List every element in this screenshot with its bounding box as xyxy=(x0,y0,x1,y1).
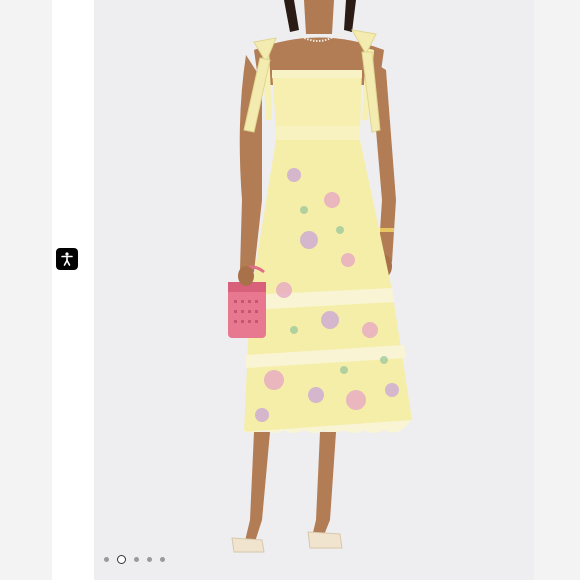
accessibility-icon xyxy=(61,252,73,266)
product-photo[interactable] xyxy=(94,0,534,580)
product-photo-drawing xyxy=(94,0,534,580)
carousel-dot-4[interactable] xyxy=(147,557,152,562)
carousel-dot-1[interactable] xyxy=(104,557,109,562)
accessibility-button[interactable] xyxy=(56,248,78,270)
carousel-dot-5[interactable] xyxy=(160,557,165,562)
listing-image-viewer xyxy=(0,0,580,580)
carousel-dot-3[interactable] xyxy=(134,557,139,562)
carousel-dot-2-active[interactable] xyxy=(117,555,126,564)
right-margin xyxy=(534,0,580,580)
left-margin xyxy=(0,0,52,580)
carousel-dots xyxy=(104,555,165,564)
